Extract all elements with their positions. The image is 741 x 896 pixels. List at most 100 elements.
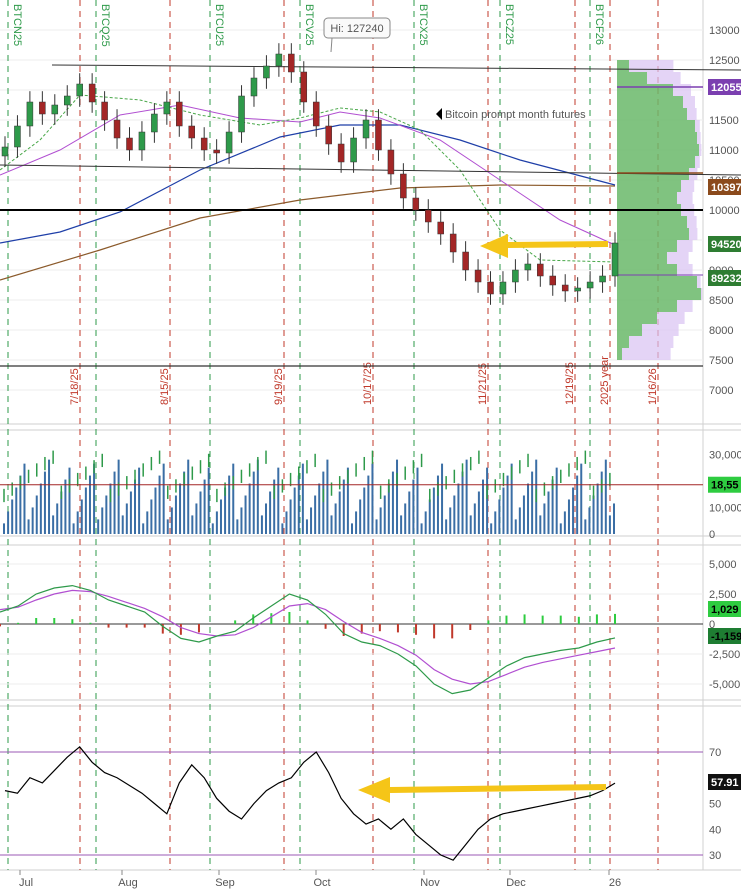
ma-50-line xyxy=(0,104,616,246)
candle-body xyxy=(163,101,171,115)
expiry-label: 7/18/25 xyxy=(69,368,81,405)
rsi-badge-text: 57.91 xyxy=(711,777,739,789)
volume-profile-bar xyxy=(617,60,629,72)
expiry-label: 10/17/25 xyxy=(362,362,374,405)
candle-body xyxy=(263,65,270,79)
candle-body xyxy=(586,281,594,289)
x-tick-label: Sep xyxy=(215,877,235,889)
candle-body xyxy=(238,95,245,133)
volume-profile-bar xyxy=(617,228,689,240)
y-tick-label-macd: -5,000 xyxy=(709,679,740,691)
volume-profile-va xyxy=(667,252,689,264)
candle-body xyxy=(151,113,158,133)
hi-label: Hi: 127240 xyxy=(330,23,383,35)
candle-body xyxy=(337,143,345,163)
x-tick-label: Jul xyxy=(19,877,33,889)
volume-profile-va xyxy=(683,96,695,108)
y-tick-label-macd: -2,500 xyxy=(709,649,740,661)
volume-profile-bar xyxy=(617,288,701,300)
expiry-label: 9/19/25 xyxy=(273,368,285,405)
candle-body xyxy=(350,137,357,163)
volume-profile-va xyxy=(629,60,674,72)
contract-label: BTCN25 xyxy=(11,4,23,46)
rsi-arrow-head xyxy=(358,777,390,803)
price-badge-text: 12055 xyxy=(711,82,741,94)
volume-profile-va xyxy=(647,72,681,84)
candle-body xyxy=(425,209,432,223)
candle-body xyxy=(561,284,569,292)
volume-profile-va xyxy=(687,108,697,120)
candle-body xyxy=(449,233,457,253)
volume-profile-va xyxy=(701,288,703,300)
rsi-arrow-shaft xyxy=(389,784,607,793)
y-tick-label-macd: 5,000 xyxy=(709,559,737,571)
volume-profile-va xyxy=(695,156,700,168)
volume-profile-va xyxy=(673,84,691,96)
candle-body xyxy=(113,119,121,139)
candle-body xyxy=(138,131,146,151)
ma-100-line xyxy=(0,124,616,244)
candle-body xyxy=(387,149,395,175)
y-tick-label-rsi: 50 xyxy=(709,799,721,811)
candle-body xyxy=(574,287,581,292)
candle-body xyxy=(176,101,183,127)
expiry-label: 2025 year xyxy=(599,356,611,405)
candle-body xyxy=(126,137,133,151)
candle-body xyxy=(39,101,46,115)
candle-body xyxy=(225,131,233,154)
volume-profile-va xyxy=(687,216,697,228)
candle-body xyxy=(51,104,59,115)
expiry-label: 12/19/25 xyxy=(564,362,576,405)
volume-profile-va xyxy=(677,300,693,312)
price-badge-text: 89232 xyxy=(711,273,741,285)
contract-label: BTCV25 xyxy=(303,4,315,46)
volume-profile-va xyxy=(642,324,679,336)
contract-label: BTCF26 xyxy=(593,4,605,45)
macd-badge-text: 1,029 xyxy=(711,604,739,616)
volume-profile-bar xyxy=(617,252,667,264)
hi-label-pointer xyxy=(330,37,333,53)
candle-body xyxy=(63,95,71,106)
contract-label: BTCZ25 xyxy=(503,4,515,45)
y-tick-label-rsi: 40 xyxy=(709,824,721,836)
contract-label: BTCX25 xyxy=(417,4,429,46)
candle-body xyxy=(462,251,469,271)
y-tick-label-rsi: 30 xyxy=(709,850,721,862)
volume-profile-bar xyxy=(617,192,677,204)
volume-profile-bar xyxy=(617,240,677,252)
y-tick-label-macd: 2,500 xyxy=(709,589,737,601)
y-tick-label-price: 7000 xyxy=(709,385,733,397)
volume-profile-bar xyxy=(617,120,695,132)
volume-profile-bar xyxy=(617,72,647,84)
volume-profile-va xyxy=(695,120,700,132)
chart-root: 1300012500120001150011000105001000095009… xyxy=(0,0,741,896)
candle-body xyxy=(250,77,258,97)
y-tick-label-volume: 0 xyxy=(709,529,715,541)
candle-body xyxy=(537,263,544,277)
ma-200-line xyxy=(0,184,616,281)
candle-body xyxy=(487,281,494,295)
macd-signal-line xyxy=(0,589,616,685)
candle-body xyxy=(14,125,21,148)
y-tick-label-rsi: 70 xyxy=(709,747,721,759)
macd-line xyxy=(0,584,616,695)
candle-body xyxy=(188,125,195,139)
expiry-label: 1/16/26 xyxy=(647,368,659,405)
volume-profile-bar xyxy=(617,96,683,108)
candle-body xyxy=(499,281,507,295)
volume-profile-va xyxy=(677,264,693,276)
expiry-label: 8/15/25 xyxy=(159,368,171,405)
candle-body xyxy=(213,149,220,154)
macd-badge-text: -1,159 xyxy=(711,631,741,643)
candle-body xyxy=(200,137,208,151)
volume-profile-bar xyxy=(617,312,657,324)
candle-body xyxy=(549,275,557,286)
y-tick-label-price: 10000 xyxy=(709,205,740,217)
volume-profile-va xyxy=(677,240,693,252)
price-badge-text: 94520 xyxy=(711,239,741,251)
candle-body xyxy=(275,53,283,67)
y-tick-label-price: 8500 xyxy=(709,295,733,307)
y-tick-label-price: 11500 xyxy=(709,115,739,127)
candle-body xyxy=(437,221,444,235)
contract-label: BTCU25 xyxy=(213,4,225,46)
